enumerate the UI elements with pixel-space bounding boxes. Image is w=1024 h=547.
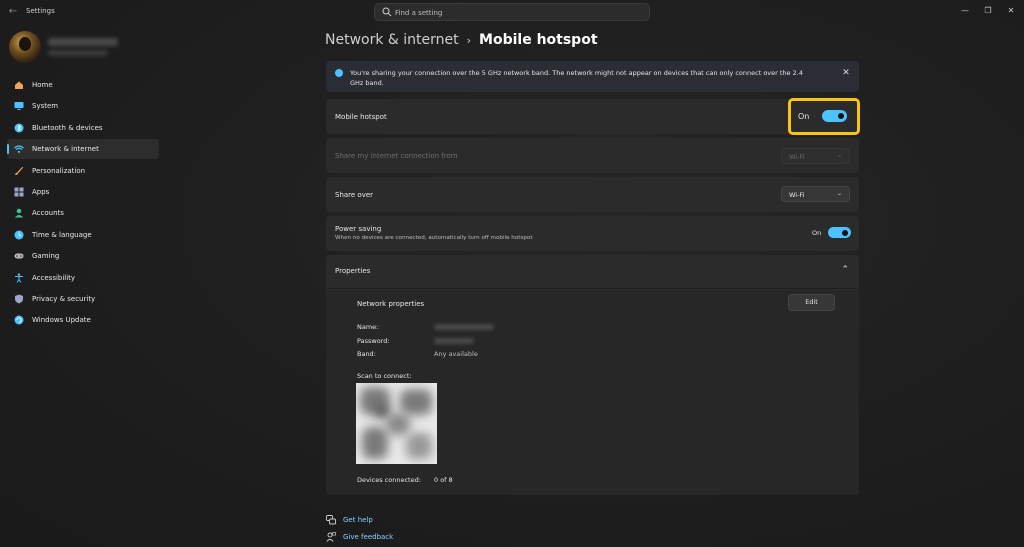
band-value: Any available <box>434 350 478 358</box>
help-chat-icon <box>326 515 336 525</box>
password-value-redacted <box>434 338 474 344</box>
share-over-dropdown[interactable]: Wi-Fi ⌄ <box>781 186 850 202</box>
power-saving-state: On <box>812 229 822 237</box>
wifi-icon <box>14 145 24 154</box>
sidebar-item-label: Bluetooth & devices <box>32 123 103 132</box>
share-from-value: Wi-Fi <box>789 153 805 161</box>
sidebar-item-label: Privacy & security <box>32 294 96 303</box>
sidebar-item-label: Time & language <box>32 230 92 239</box>
sidebar-item-system[interactable]: System <box>7 96 159 116</box>
give-feedback-link[interactable]: Give feedback <box>326 532 393 542</box>
devices-connected-value: 0 of 8 <box>434 476 453 484</box>
feedback-person-icon <box>326 532 336 542</box>
profile-name-redacted <box>48 38 118 46</box>
highlight-annotation <box>788 98 860 135</box>
sidebar-item-windows-update[interactable]: Windows Update <box>7 310 159 330</box>
sidebar-item-accounts[interactable]: Accounts <box>7 203 159 223</box>
scan-label: Scan to connect: <box>357 372 412 380</box>
password-label: Password: <box>357 337 390 345</box>
share-over-label: Share over <box>335 191 374 199</box>
devices-connected-label: Devices connected: <box>357 476 421 484</box>
search-box[interactable] <box>374 3 650 21</box>
sidebar-nav: Home System Bluetooth & devices Network & i… <box>7 75 159 332</box>
globe-clock-icon <box>14 230 24 240</box>
power-saving-toggle[interactable] <box>828 227 851 238</box>
info-icon <box>335 69 343 77</box>
avatar[interactable] <box>9 31 41 63</box>
properties-label: Properties <box>335 267 371 275</box>
sidebar-item-privacy-and-security[interactable]: Privacy & security <box>7 289 159 309</box>
gamepad-icon <box>14 253 24 259</box>
properties-header[interactable]: Properties ⌃ <box>326 255 859 289</box>
search-icon <box>382 7 392 17</box>
brush-icon <box>15 166 24 175</box>
sidebar-item-gaming[interactable]: Gaming <box>7 246 159 266</box>
breadcrumb: Network & internet › Mobile hotspot <box>325 30 598 50</box>
name-value-redacted <box>434 324 494 330</box>
app-title: Settings <box>26 7 55 15</box>
chevron-down-icon: ⌄ <box>836 190 842 197</box>
bluetooth-icon <box>14 123 24 133</box>
page-title: Mobile hotspot <box>479 32 598 48</box>
power-saving-description: When no devices are connected, automatic… <box>335 235 533 241</box>
profile-email-redacted <box>48 50 108 56</box>
sidebar-item-label: Network & internet <box>32 145 99 154</box>
sidebar-item-label: Gaming <box>32 252 60 261</box>
power-saving-row: Power saving When no devices are connect… <box>326 216 859 251</box>
search-input[interactable] <box>395 6 635 19</box>
share-from-row: Share my internet connection from <box>326 138 859 173</box>
sidebar-item-time-and-language[interactable]: Time & language <box>7 225 159 245</box>
maximize-icon[interactable]: ❐ <box>981 4 995 18</box>
sidebar-item-network-and-internet[interactable]: Network & internet <box>7 139 159 160</box>
chevron-right-icon: › <box>466 33 472 47</box>
qr-code <box>356 383 437 464</box>
close-window-icon[interactable]: ✕ <box>1004 4 1018 18</box>
share-over-row: Share over <box>326 177 859 212</box>
power-saving-label: Power saving <box>335 225 382 233</box>
info-banner-text: You're sharing your connection over the … <box>350 69 803 87</box>
info-banner: You're sharing your connection over the … <box>326 61 859 92</box>
sidebar-item-label: Accounts <box>32 209 64 218</box>
sidebar-item-label: System <box>32 102 59 111</box>
mobile-hotspot-label: Mobile hotspot <box>335 113 387 121</box>
minimize-icon[interactable]: — <box>958 4 972 18</box>
sidebar-item-apps[interactable]: Apps <box>7 182 159 202</box>
update-icon <box>14 315 24 325</box>
sidebar-item-label: Home <box>32 81 53 89</box>
sidebar-item-label: Windows Update <box>32 316 91 325</box>
sidebar-item-accessibility[interactable]: Accessibility <box>7 268 159 288</box>
share-from-label: Share my internet connection from <box>335 152 458 160</box>
share-over-value: Wi-Fi <box>789 191 805 199</box>
title-bar: ← Settings — ❐ ✕ <box>0 0 1024 24</box>
shield-icon <box>15 294 23 304</box>
sidebar-item-home[interactable]: Home <box>7 75 159 95</box>
home-icon <box>15 81 23 89</box>
network-properties-label: Network properties <box>357 300 425 308</box>
settings-window: ← Settings — ❐ ✕ Home System Bluetooth & d… <box>0 0 1024 547</box>
chevron-up-icon[interactable]: ⌃ <box>841 265 849 275</box>
give-feedback-text[interactable]: Give feedback <box>343 533 393 541</box>
apps-icon <box>14 187 24 197</box>
band-label: Band: <box>357 350 376 358</box>
person-icon <box>14 209 24 218</box>
get-help-text[interactable]: Get help <box>343 516 373 524</box>
sidebar-item-label: Apps <box>32 187 50 196</box>
sidebar-item-label: Accessibility <box>32 273 76 282</box>
name-label: Name: <box>357 323 379 331</box>
accessibility-icon <box>15 272 23 283</box>
edit-button[interactable]: Edit <box>788 294 835 311</box>
chevron-down-icon: ⌄ <box>836 152 842 159</box>
mobile-hotspot-row: Mobile hotspot <box>326 99 859 134</box>
sidebar-item-label: Personalization <box>32 166 86 175</box>
get-help-link[interactable]: Get help <box>326 515 373 525</box>
monitor-icon <box>14 102 24 111</box>
back-arrow-icon[interactable]: ← <box>6 5 20 19</box>
breadcrumb-parent[interactable]: Network & internet <box>325 32 459 48</box>
sidebar-item-personalization[interactable]: Personalization <box>7 161 159 181</box>
share-from-dropdown[interactable]: Wi-Fi ⌄ <box>781 148 850 164</box>
sidebar-item-bluetooth-and-devices[interactable]: Bluetooth & devices <box>7 118 159 138</box>
close-banner-icon[interactable]: ✕ <box>841 68 851 78</box>
